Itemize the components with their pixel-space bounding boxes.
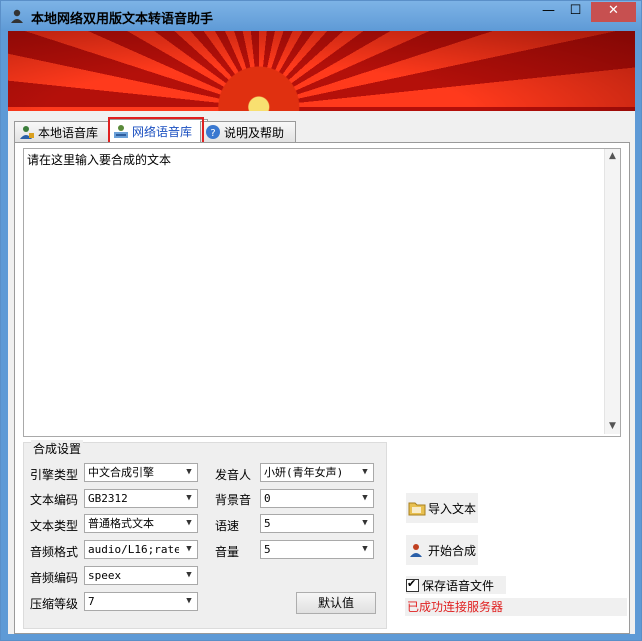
client-area: 本地语音库 网络语音库 ? 说明及帮助 请在这里输入要合成的文本 ▲ ▼ 合成设… <box>8 31 635 634</box>
folder-icon <box>408 502 426 516</box>
user-icon <box>20 126 34 139</box>
banner-image <box>8 31 635 111</box>
speed-label: 语速 <box>215 519 240 533</box>
speaker-person-icon <box>11 9 23 23</box>
compression-select[interactable]: 7 ▼ <box>84 592 198 611</box>
scroll-down-icon[interactable]: ▼ <box>605 419 620 434</box>
text-encoding-select[interactable]: GB2312 ▼ <box>84 489 198 508</box>
tab-label: 本地语音库 <box>38 125 99 140</box>
vertical-scrollbar[interactable]: ▲ ▼ <box>604 149 620 434</box>
chevron-down-icon: ▼ <box>181 593 197 610</box>
save-audio-checkbox[interactable] <box>406 577 419 592</box>
audio-format-select[interactable]: audio/L16;rate= ▼ <box>84 540 198 559</box>
maximize-button[interactable]: ☐ <box>563 2 588 22</box>
volume-value: 5 <box>264 543 271 556</box>
speaker-value: 小妍(青年女声) <box>264 466 344 479</box>
import-text-button[interactable]: 导入文本 <box>406 493 478 523</box>
chevron-down-icon: ▼ <box>357 490 373 507</box>
text-editor-frame: 请在这里输入要合成的文本 ▲ ▼ <box>23 148 621 437</box>
text-type-label: 文本类型 <box>30 519 79 533</box>
speaker-select[interactable]: 小妍(青年女声) ▼ <box>260 463 374 482</box>
compression-label: 压缩等级 <box>30 597 79 611</box>
chevron-down-icon: ▼ <box>357 515 373 532</box>
tab-local-voice[interactable]: 本地语音库 <box>14 121 118 142</box>
close-button[interactable]: ✕ <box>591 2 636 22</box>
start-synthesis-label: 开始合成 <box>428 543 477 558</box>
app-window: 本地网络双用版文本转语音助手 — ☐ ✕ 本地语音库 网络语音库 ? 说明及帮助… <box>0 0 642 641</box>
text-encoding-label: 文本编码 <box>30 493 79 507</box>
svg-text:?: ? <box>210 128 215 139</box>
audio-encoding-select[interactable]: speex ▼ <box>84 566 198 585</box>
chevron-down-icon: ▼ <box>181 490 197 507</box>
scroll-up-icon[interactable]: ▲ <box>605 149 620 164</box>
help-icon: ? <box>206 125 220 139</box>
settings-group-title: 合成设置 <box>31 440 84 457</box>
engine-type-select[interactable]: 中文合成引擎 ▼ <box>84 463 198 482</box>
audio-format-value: audio/L16;rate= <box>88 543 179 556</box>
window-title: 本地网络双用版文本转语音助手 <box>31 12 214 27</box>
network-user-icon <box>114 125 128 138</box>
start-synthesis-button[interactable]: 开始合成 <box>406 535 478 565</box>
text-encoding-value: GB2312 <box>88 492 128 505</box>
minimize-button[interactable]: — <box>536 2 561 22</box>
save-audio-checkbox-row[interactable]: 保存语音文件 <box>406 576 506 594</box>
save-audio-label: 保存语音文件 <box>422 578 495 593</box>
volume-label: 音量 <box>215 545 240 559</box>
tab-label: 网络语音库 <box>132 124 193 139</box>
tab-strip: 本地语音库 网络语音库 ? 说明及帮助 <box>14 117 634 145</box>
tab-label: 说明及帮助 <box>224 125 285 140</box>
chevron-down-icon: ▼ <box>181 567 197 584</box>
synthesis-text-input[interactable]: 请在这里输入要合成的文本 <box>24 149 604 434</box>
chevron-down-icon: ▼ <box>181 541 197 558</box>
audio-encoding-label: 音频编码 <box>30 571 79 585</box>
chevron-down-icon: ▼ <box>181 515 197 532</box>
volume-select[interactable]: 5 ▼ <box>260 540 374 559</box>
tab-help[interactable]: ? 说明及帮助 <box>200 121 296 142</box>
engine-type-label: 引擎类型 <box>30 468 79 482</box>
engine-type-value: 中文合成引擎 <box>88 466 154 479</box>
import-text-label: 导入文本 <box>428 501 477 516</box>
compression-value: 7 <box>88 595 95 608</box>
default-values-button[interactable]: 默认值 <box>296 592 376 614</box>
connection-status: 已成功连接服务器 <box>405 598 627 616</box>
background-sound-select[interactable]: 0 ▼ <box>260 489 374 508</box>
tab-panel: 请在这里输入要合成的文本 ▲ ▼ 合成设置 引擎类型 中文合成引擎 ▼ 文本编码… <box>14 142 630 634</box>
speed-select[interactable]: 5 ▼ <box>260 514 374 533</box>
audio-encoding-value: speex <box>88 569 122 582</box>
tab-network-voice[interactable]: 网络语音库 <box>108 119 208 142</box>
background-sound-value: 0 <box>264 492 271 505</box>
speed-value: 5 <box>264 517 271 530</box>
background-sound-label: 背景音 <box>215 493 252 507</box>
chevron-down-icon: ▼ <box>181 464 197 481</box>
audio-format-label: 音频格式 <box>30 545 79 559</box>
speaker-person-icon <box>410 544 422 557</box>
chevron-down-icon: ▼ <box>357 541 373 558</box>
speaker-label: 发音人 <box>215 468 252 482</box>
title-bar[interactable]: 本地网络双用版文本转语音助手 — ☐ ✕ <box>1 1 641 31</box>
text-type-value: 普通格式文本 <box>88 517 154 530</box>
text-type-select[interactable]: 普通格式文本 ▼ <box>84 514 198 533</box>
chevron-down-icon: ▼ <box>357 464 373 481</box>
